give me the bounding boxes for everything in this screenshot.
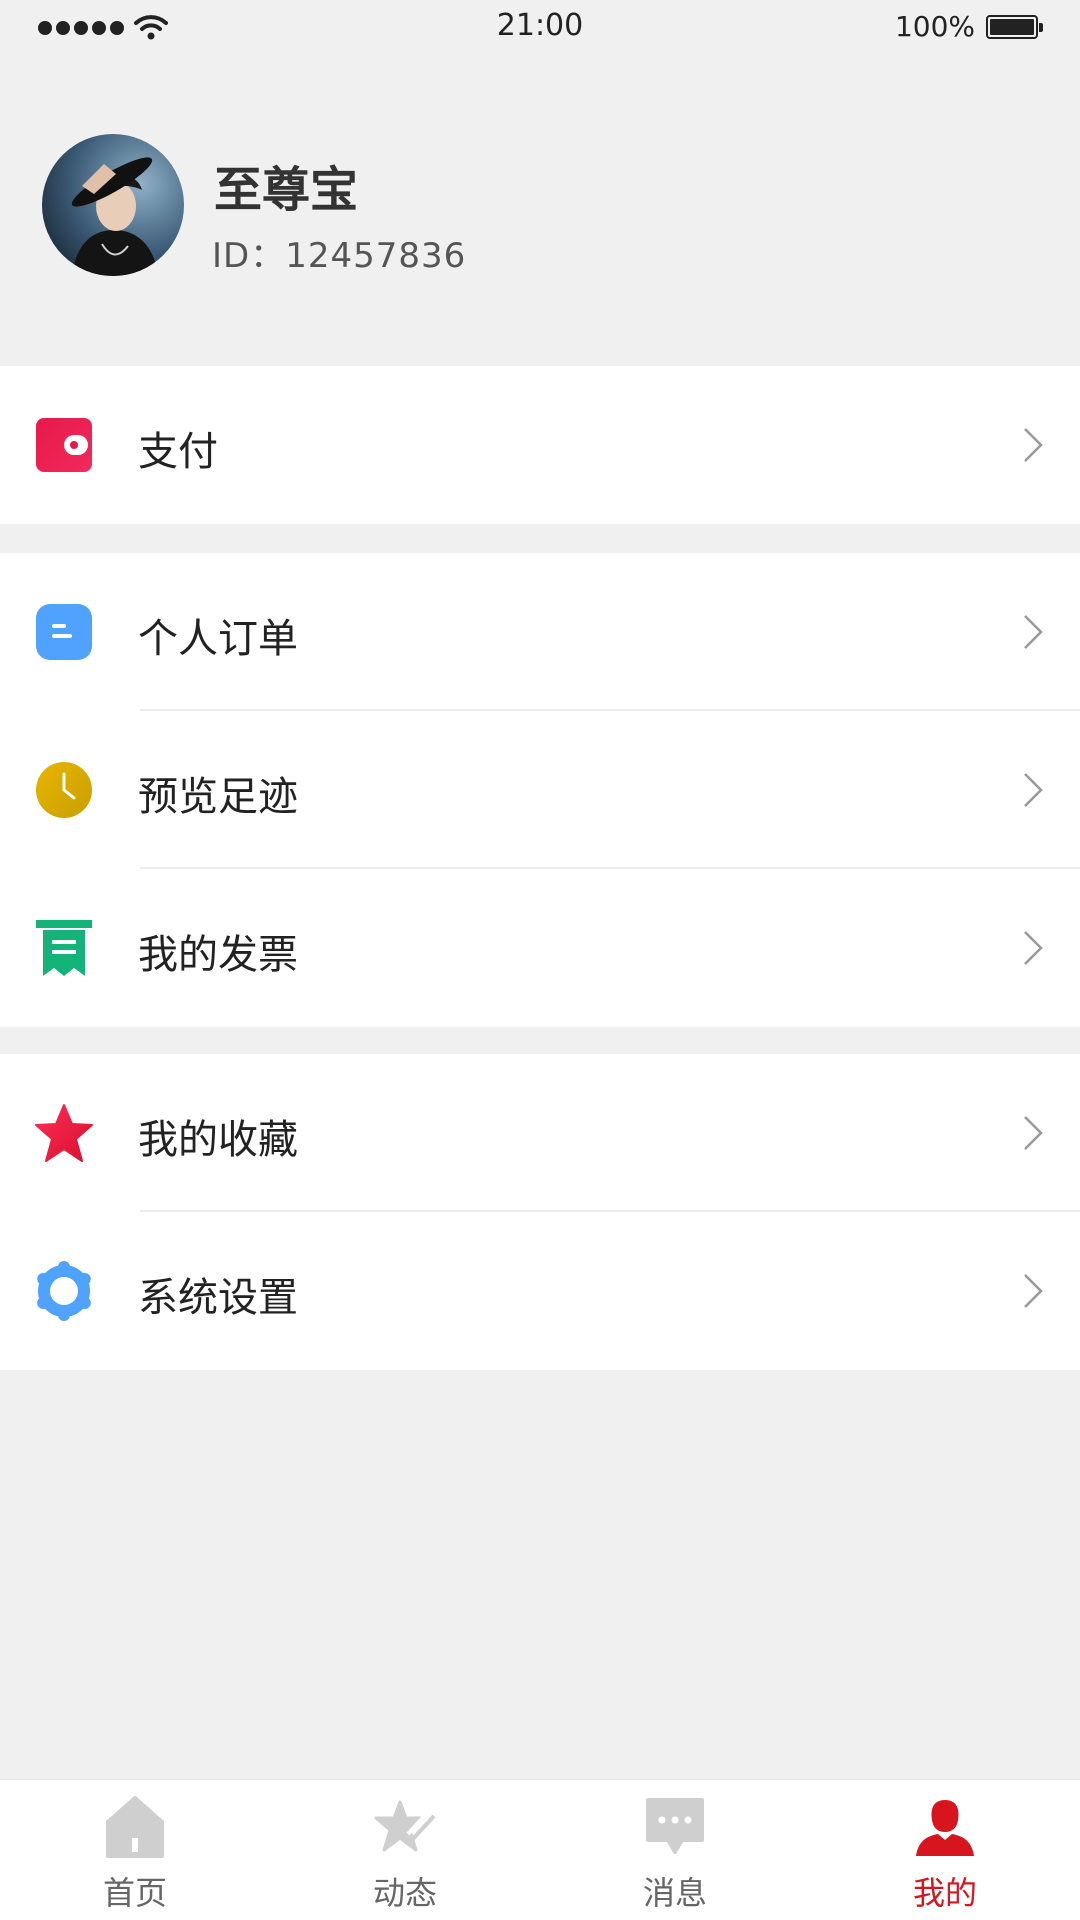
chevron-right-icon bbox=[1024, 1274, 1043, 1308]
feed-icon bbox=[374, 1800, 436, 1852]
chevron-right-icon bbox=[1024, 1116, 1043, 1150]
user-name: 至尊宝 bbox=[214, 162, 359, 218]
menu-item-favorites[interactable]: 我的收藏 bbox=[0, 1054, 1080, 1212]
chevron-right-icon bbox=[1024, 931, 1043, 965]
tab-label: 我的 bbox=[912, 1874, 977, 1912]
menu-item-label: 系统设置 bbox=[138, 1275, 298, 1321]
menu-item-label: 我的收藏 bbox=[138, 1117, 298, 1163]
user-id: ID：12457836 bbox=[212, 236, 467, 276]
menu-item-label: 支付 bbox=[138, 429, 218, 475]
avatar[interactable] bbox=[42, 134, 184, 276]
home-icon bbox=[106, 1796, 164, 1858]
menu-item-label: 个人订单 bbox=[138, 616, 298, 662]
menu-item-invoice[interactable]: 我的发票 bbox=[0, 869, 1080, 1027]
invoice-icon bbox=[36, 920, 92, 976]
menu-item-label: 我的发票 bbox=[138, 932, 298, 978]
menu-group-orders: 个人订单 预览足迹 我的发票 bbox=[0, 553, 1080, 1027]
tab-bar: 首页 动态 消息 我的 bbox=[0, 1779, 1080, 1920]
clock-icon bbox=[36, 762, 92, 818]
order-icon bbox=[36, 604, 92, 660]
battery-icon bbox=[986, 15, 1043, 39]
menu-item-settings[interactable]: 系统设置 bbox=[0, 1212, 1080, 1370]
menu-item-history[interactable]: 预览足迹 bbox=[0, 711, 1080, 869]
menu-group-settings: 我的收藏 系统设置 bbox=[0, 1054, 1080, 1370]
battery-percent: 100% bbox=[894, 10, 975, 43]
tab-label: 动态 bbox=[372, 1874, 437, 1912]
tab-home[interactable]: 首页 bbox=[0, 1780, 270, 1920]
tab-profile[interactable]: 我的 bbox=[810, 1780, 1080, 1920]
menu-item-orders[interactable]: 个人订单 bbox=[0, 553, 1080, 711]
star-icon bbox=[35, 1104, 93, 1162]
tab-label: 首页 bbox=[102, 1874, 167, 1912]
menu-item-payment[interactable]: 支付 bbox=[0, 366, 1080, 524]
menu-item-label: 预览足迹 bbox=[138, 774, 298, 820]
status-bar: 21:00 100% bbox=[0, 0, 1080, 56]
gear-icon bbox=[37, 1261, 91, 1321]
chevron-right-icon bbox=[1024, 773, 1043, 807]
profile-header: 至尊宝 ID：12457836 bbox=[0, 56, 1080, 366]
tab-messages[interactable]: 消息 bbox=[540, 1780, 810, 1920]
tab-label: 消息 bbox=[642, 1874, 707, 1912]
menu-group-payment: 支付 bbox=[0, 366, 1080, 524]
wallet-icon bbox=[36, 418, 92, 472]
message-icon bbox=[646, 1798, 704, 1854]
chevron-right-icon bbox=[1024, 428, 1043, 462]
user-icon bbox=[916, 1800, 974, 1856]
chevron-right-icon bbox=[1024, 615, 1043, 649]
tab-feed[interactable]: 动态 bbox=[270, 1780, 540, 1920]
